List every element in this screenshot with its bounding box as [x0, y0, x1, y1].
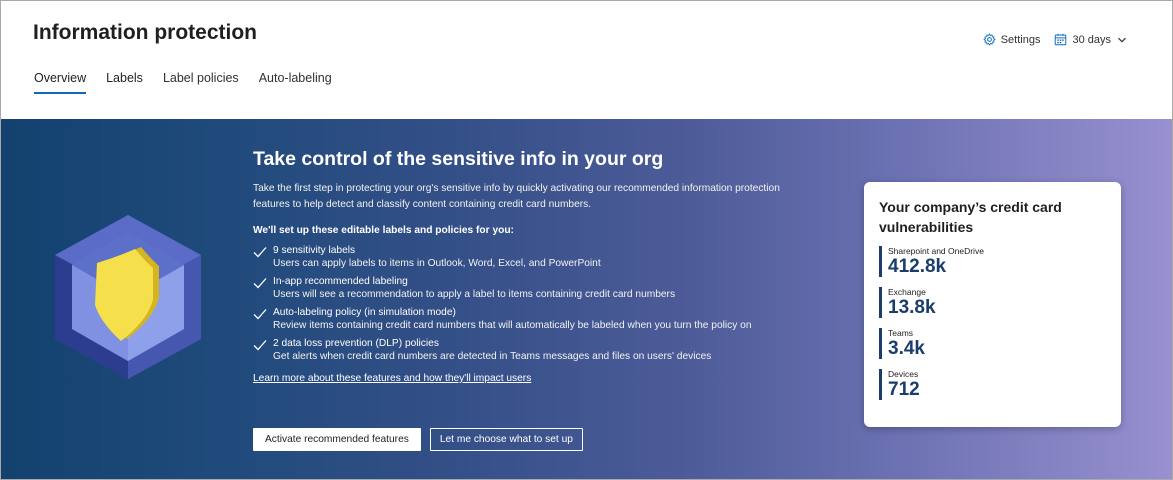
metric-value: 3.4k — [888, 338, 925, 359]
feature-description: Users will see a recommendation to apply… — [273, 289, 676, 300]
hero-subhead: We'll set up these editable labels and p… — [253, 225, 514, 236]
tab-bar: Overview Labels Label policies Auto-labe… — [34, 71, 352, 94]
settings-label: Settings — [1000, 33, 1041, 46]
feature-title: In-app recommended labeling — [273, 276, 408, 287]
metric-value: 412.8k — [888, 256, 947, 277]
calendar-icon — [1055, 33, 1067, 46]
hero-content: Take control of the sensitive info in yo… — [253, 148, 813, 386]
hero-title: Take control of the sensitive info in yo… — [253, 148, 664, 170]
tab-auto-labeling[interactable]: Auto-labeling — [259, 71, 332, 94]
page-title: Information protection — [33, 21, 257, 44]
activate-recommended-features-button[interactable]: Activate recommended features — [253, 428, 421, 451]
metric-teams: Teams 3.4k — [879, 328, 1106, 359]
metric-value: 712 — [888, 379, 920, 400]
tab-label-policies[interactable]: Label policies — [163, 71, 239, 94]
tab-labels[interactable]: Labels — [106, 71, 143, 94]
metric-label: Exchange — [888, 287, 926, 297]
metric-exchange: Exchange 13.8k — [879, 287, 1106, 318]
date-range-label: 30 days — [1072, 33, 1111, 46]
choose-setup-button[interactable]: Let me choose what to set up — [429, 428, 583, 451]
metric-value: 13.8k — [888, 297, 936, 318]
metric-sharepoint-onedrive: Sharepoint and OneDrive 412.8k — [879, 246, 1106, 277]
hero-buttons: Activate recommended features Let me cho… — [253, 428, 583, 451]
feature-item: 9 sensitivity labels Users can apply lab… — [253, 244, 813, 270]
top-actions: Settings 30 days — [969, 33, 1132, 46]
checkmark-icon — [253, 278, 267, 289]
chevron-down-icon — [1118, 37, 1126, 43]
metric-devices: Devices 712 — [879, 369, 1106, 400]
hero-banner: Take control of the sensitive info in yo… — [1, 119, 1172, 479]
feature-title: Auto-labeling policy (in simulation mode… — [273, 307, 456, 318]
hero-description: Take the first step in protecting your o… — [253, 183, 780, 210]
feature-title: 9 sensitivity labels — [273, 245, 356, 256]
settings-button[interactable]: Settings — [983, 33, 1041, 46]
feature-description: Users can apply labels to items in Outlo… — [273, 258, 601, 269]
feature-item: In-app recommended labeling Users will s… — [253, 275, 813, 301]
metric-label: Sharepoint and OneDrive — [888, 246, 984, 256]
feature-title: 2 data loss prevention (DLP) policies — [273, 338, 439, 349]
tab-overview[interactable]: Overview — [34, 71, 87, 94]
app-frame: Information protection Settings 30 days … — [0, 0, 1173, 480]
metric-label: Teams — [888, 328, 914, 338]
card-title: Your company’s credit card vulnerabiliti… — [879, 199, 1062, 235]
feature-item: Auto-labeling policy (in simulation mode… — [253, 306, 813, 332]
learn-more-link[interactable]: Learn more about these features and how … — [253, 373, 531, 384]
checkmark-icon — [253, 247, 267, 258]
date-range-dropdown[interactable]: 30 days — [1054, 33, 1132, 46]
metric-label: Devices — [888, 369, 919, 379]
checkmark-icon — [253, 309, 267, 320]
feature-description: Review items containing credit card numb… — [273, 320, 752, 331]
shield-icon — [55, 215, 201, 379]
checkmark-icon — [253, 340, 267, 351]
vulnerabilities-card: Your company’s credit card vulnerabiliti… — [864, 182, 1121, 427]
page-header: Information protection Settings 30 days … — [1, 1, 1172, 119]
feature-description: Get alerts when credit card numbers are … — [273, 351, 712, 362]
feature-item: 2 data loss prevention (DLP) policies Ge… — [253, 337, 813, 363]
gear-icon — [983, 33, 996, 46]
